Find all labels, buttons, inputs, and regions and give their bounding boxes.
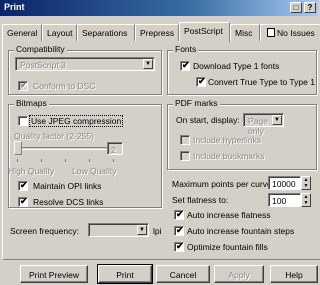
help-dialog-button[interactable]: Help xyxy=(270,265,318,283)
window-title: Print xyxy=(4,2,25,12)
chevron-down-icon: ▼ xyxy=(272,115,282,125)
use-jpeg-label: Use JPEG compression xyxy=(28,115,124,127)
screen-frequency-label: Screen frequency: xyxy=(10,226,79,236)
auto-flatness-label: Auto increase flatness xyxy=(187,210,271,220)
tab-postscript[interactable]: PostScript xyxy=(179,22,230,42)
chevron-down-icon: ▼ xyxy=(137,225,147,235)
flatness-label: Set flatness to: xyxy=(172,195,229,205)
print-preview-button[interactable]: Print Preview xyxy=(20,265,88,283)
check-icon: ✔ xyxy=(176,241,184,251)
check-icon: ✔ xyxy=(198,76,206,86)
include-hyperlinks-label: Include hyperlinks xyxy=(193,135,262,145)
check-icon: ✔ xyxy=(176,225,184,235)
resolve-dcs-checkbox[interactable]: ✔ xyxy=(18,196,28,207)
check-icon: ✔ xyxy=(182,60,190,70)
download-type1-label: Download Type 1 fonts xyxy=(193,61,280,71)
cancel-button[interactable]: Cancel xyxy=(156,265,210,283)
maximize-icon: □ xyxy=(293,3,299,12)
help-button[interactable]: ? xyxy=(304,2,316,13)
quality-factor-field[interactable]: 2 xyxy=(107,142,123,155)
check-icon: ✔ xyxy=(20,180,28,190)
slider-tick xyxy=(65,159,66,162)
low-quality-label: Low Quality xyxy=(72,166,117,176)
conform-dsc-checkbox[interactable]: ✔ xyxy=(18,80,28,91)
lpi-unit-label: lpi xyxy=(153,226,162,236)
tab-separations[interactable]: Separations xyxy=(77,24,135,41)
fonts-label: Fonts xyxy=(173,44,199,54)
optimize-fountain-checkbox[interactable]: ✔ xyxy=(174,241,184,252)
pdf-marks-label: PDF marks xyxy=(173,98,220,108)
convert-truetype-checkbox[interactable]: ✔ xyxy=(196,76,206,87)
maintain-opi-label: Maintain OPI links xyxy=(33,181,102,191)
spin-arrows-icon: ▲ ▼ xyxy=(303,194,309,206)
spin-arrows-icon: ▲ ▼ xyxy=(303,177,309,189)
check-icon: ✔ xyxy=(20,196,28,206)
help-icon: ? xyxy=(307,3,313,12)
max-points-spinner[interactable]: ▲ ▼ xyxy=(301,176,311,190)
quality-slider-track[interactable] xyxy=(16,147,114,150)
bitmaps-label: Bitmaps xyxy=(14,98,49,108)
maintain-opi-checkbox[interactable]: ✔ xyxy=(18,180,28,191)
tab-misc[interactable]: Misc xyxy=(230,24,260,41)
on-start-select[interactable]: Page only ▼ xyxy=(243,113,284,136)
slider-tick xyxy=(17,159,18,162)
use-jpeg-checkbox[interactable] xyxy=(18,116,28,126)
optimize-fountain-label: Optimize fountain fills xyxy=(187,242,268,252)
fonts-group: Fonts xyxy=(167,44,317,95)
apply-button[interactable]: Apply xyxy=(214,265,264,283)
screen-frequency-select[interactable]: ▼ xyxy=(88,223,149,237)
quality-slider-thumb[interactable] xyxy=(14,141,22,155)
conform-dsc-label: Conform to DSC xyxy=(33,81,96,91)
max-points-input[interactable]: 10000 xyxy=(268,176,301,190)
chevron-down-icon: ▼ xyxy=(143,59,153,69)
tab-general[interactable]: General xyxy=(2,24,42,41)
title-bar: Print xyxy=(0,0,318,16)
tab-prepress[interactable]: Prepress xyxy=(135,24,179,41)
slider-tick xyxy=(41,159,42,162)
check-icon: ✔ xyxy=(176,209,184,219)
resolve-dcs-label: Resolve DCS links xyxy=(33,197,104,207)
check-icon: ✔ xyxy=(20,80,28,90)
include-bookmarks-label: Include bookmarks xyxy=(193,151,265,161)
flatness-spinner[interactable]: ▲ ▼ xyxy=(301,193,311,207)
warning-page-icon xyxy=(267,28,275,37)
auto-fountain-checkbox[interactable]: ✔ xyxy=(174,225,184,236)
tab-layout[interactable]: Layout xyxy=(42,24,77,41)
include-bookmarks-checkbox[interactable] xyxy=(180,151,190,161)
compatibility-label: Compatibility xyxy=(14,44,67,54)
slider-tick xyxy=(113,159,114,162)
convert-truetype-label: Convert True Type to Type 1 xyxy=(208,77,315,87)
print-button[interactable]: Print xyxy=(97,264,153,284)
quality-factor-label: Quality factor (2-255) xyxy=(14,131,94,141)
tab-no-issues[interactable]: No Issues xyxy=(260,24,320,41)
postscript-level-select[interactable]: PostScript 3 ▼ xyxy=(15,57,155,71)
on-start-label: On start, display: xyxy=(176,115,240,125)
auto-flatness-checkbox[interactable]: ✔ xyxy=(174,209,184,220)
maximize-button[interactable]: □ xyxy=(290,2,302,13)
slider-tick xyxy=(89,159,90,162)
download-type1-checkbox[interactable]: ✔ xyxy=(180,60,190,71)
flatness-input[interactable]: 100 xyxy=(268,193,301,207)
high-quality-label: High Quality xyxy=(8,166,55,176)
max-points-label: Maximum points per curve: xyxy=(172,179,275,189)
include-hyperlinks-checkbox[interactable] xyxy=(180,135,190,145)
auto-fountain-label: Auto increase fountain steps xyxy=(187,226,295,236)
